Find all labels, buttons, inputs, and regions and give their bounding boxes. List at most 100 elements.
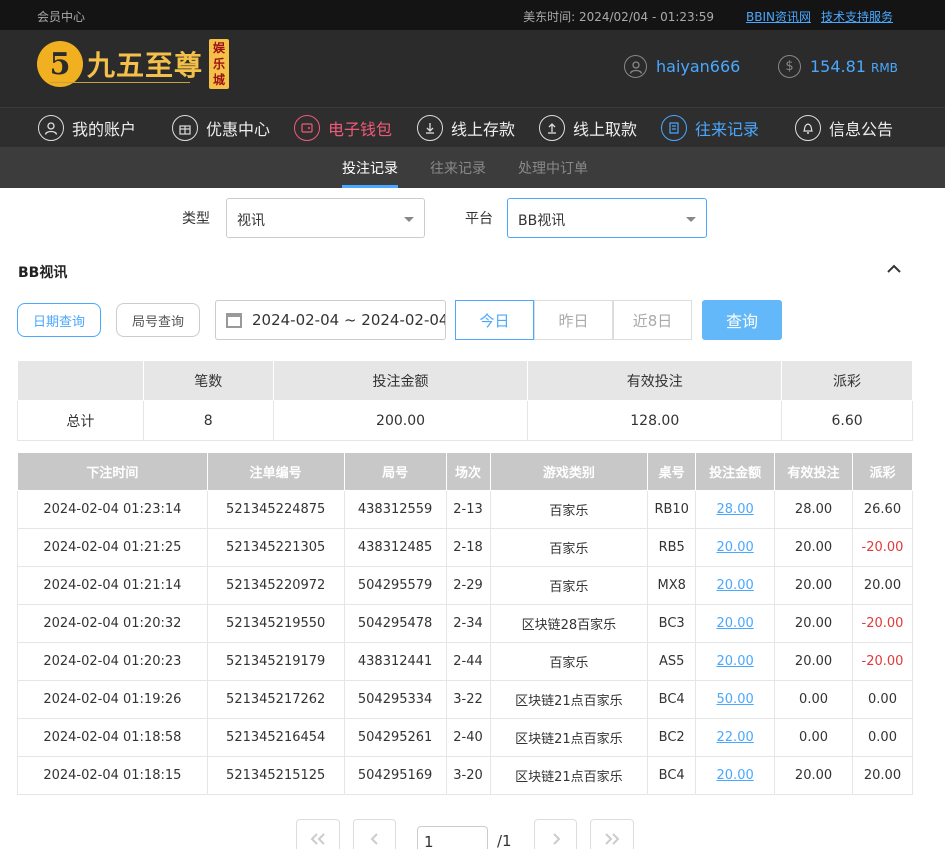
- round-id: 504295478: [343, 604, 447, 643]
- payout: -20.00: [851, 642, 914, 681]
- date-range-input[interactable]: 2024-02-04 ~ 2024-02-04: [215, 300, 446, 340]
- session: 3-20: [445, 756, 491, 795]
- bet-amount-link[interactable]: 28.00: [695, 490, 776, 529]
- game-type: 百家乐: [489, 642, 649, 681]
- summary-cell: 200.00: [272, 400, 529, 441]
- table-row: 2024-02-04 01:21:14 521345220972 5042955…: [17, 566, 914, 605]
- page-total: /1: [497, 832, 512, 849]
- nav-records[interactable]: 往来记录: [661, 108, 759, 148]
- section-title: BB视讯: [18, 265, 68, 281]
- type-label: 类型: [182, 211, 210, 227]
- bet-amount-link[interactable]: 20.00: [695, 642, 776, 681]
- calendar-icon: [226, 312, 242, 328]
- nav-promotions[interactable]: 优惠中心: [172, 108, 270, 148]
- round-id: 504295169: [343, 756, 447, 795]
- date-query-button[interactable]: 日期查询: [17, 303, 101, 337]
- double-chevron-right-icon: [605, 833, 620, 845]
- game-type: 区块链28百家乐: [489, 604, 649, 643]
- bet-time: 2024-02-04 01:21:14: [17, 566, 208, 605]
- round-query-button[interactable]: 局号查询: [116, 303, 200, 337]
- top-bar: 会员中心 美东时间: 2024/02/04 - 01:23:59 BBIN资讯网…: [0, 0, 945, 30]
- nav-label: 优惠中心: [206, 120, 271, 139]
- game-type: 百家乐: [489, 528, 649, 567]
- summary-cell: 128.00: [527, 400, 783, 441]
- nav-withdraw[interactable]: 线上取款: [539, 108, 637, 148]
- valid-bet: 20.00: [774, 566, 853, 605]
- logo-mark-icon: 5: [37, 41, 83, 87]
- table-row: 2024-02-04 01:18:15 521345215125 5042951…: [17, 756, 914, 795]
- currency: RMB: [870, 61, 898, 75]
- bet-time: 2024-02-04 01:20:32: [17, 604, 208, 643]
- prev-page-button[interactable]: [353, 819, 396, 849]
- today-button[interactable]: 今日: [455, 300, 534, 340]
- game-type: 区块链21点百家乐: [489, 718, 649, 757]
- last-page-button[interactable]: [590, 819, 634, 849]
- bet-amount-link[interactable]: 20.00: [695, 756, 776, 795]
- last-8-days-button[interactable]: 近8日: [613, 300, 692, 340]
- bet-time: 2024-02-04 01:18:58: [17, 718, 208, 757]
- round-id: 438312485: [343, 528, 447, 567]
- nav-label: 电子钱包: [328, 120, 393, 139]
- user-icon: [38, 115, 64, 141]
- valid-bet: 0.00: [774, 718, 853, 757]
- tab-transaction-records[interactable]: 往来记录: [430, 158, 486, 178]
- summary-header: 笔数: [142, 360, 274, 401]
- tab-pending-orders[interactable]: 处理中订单: [518, 158, 588, 178]
- valid-bet: 20.00: [774, 604, 853, 643]
- sub-tabs: 投注记录 往来记录 处理中订单: [0, 147, 945, 188]
- records-icon: [661, 115, 687, 141]
- nav-label: 信息公告: [829, 120, 894, 139]
- nav-e-wallet[interactable]: 电子钱包: [294, 108, 392, 148]
- bet-id: 521345219550: [206, 604, 345, 643]
- type-select[interactable]: 视讯: [226, 198, 425, 238]
- session: 2-29: [445, 566, 491, 605]
- collapse-chevron-icon[interactable]: [887, 262, 901, 276]
- round-id: 438312441: [343, 642, 447, 681]
- bet-time: 2024-02-04 01:23:14: [17, 490, 208, 529]
- nav-announcements[interactable]: 信息公告: [795, 108, 893, 148]
- chevron-down-icon: [404, 217, 414, 222]
- session: 2-40: [445, 718, 491, 757]
- logo-tag: 娱乐城: [209, 39, 230, 89]
- nav-deposit[interactable]: 线上存款: [417, 108, 515, 148]
- bet-amount-link[interactable]: 20.00: [695, 604, 776, 643]
- summary-header-row: 笔数 投注金额 有效投注 派彩: [17, 360, 913, 401]
- bet-amount-link[interactable]: 50.00: [695, 680, 776, 719]
- bet-id: 521345216454: [206, 718, 345, 757]
- bell-icon: [795, 115, 821, 141]
- date-range-value: 2024-02-04 ~ 2024-02-04: [252, 311, 446, 329]
- page-select[interactable]: 1: [417, 826, 488, 849]
- table-id: BC4: [647, 756, 697, 795]
- table-row: 2024-02-04 01:20:23 521345219179 4383124…: [17, 642, 914, 681]
- table-id: BC3: [647, 604, 697, 643]
- double-chevron-left-icon: [310, 833, 325, 845]
- column-header: 派彩: [851, 452, 914, 491]
- query-button[interactable]: 查询: [702, 300, 782, 340]
- user-info[interactable]: haiyan666: [624, 55, 740, 78]
- bet-amount-link[interactable]: 22.00: [695, 718, 776, 757]
- yesterday-button[interactable]: 昨日: [534, 300, 613, 340]
- platform-select[interactable]: BB视讯: [507, 198, 707, 238]
- valid-bet: 20.00: [774, 528, 853, 567]
- first-page-button[interactable]: [296, 819, 340, 849]
- session: 2-13: [445, 490, 491, 529]
- tab-bet-records[interactable]: 投注记录: [342, 158, 398, 188]
- withdraw-icon: [539, 115, 565, 141]
- bbin-info-link[interactable]: BBIN资讯网: [746, 8, 811, 25]
- game-type: 百家乐: [489, 490, 649, 529]
- bet-amount-link[interactable]: 20.00: [695, 528, 776, 567]
- user-avatar-icon: [624, 55, 647, 78]
- column-header: 场次: [445, 452, 491, 491]
- tech-support-link[interactable]: 技术支持服务: [821, 8, 893, 25]
- bet-id: 521345221305: [206, 528, 345, 567]
- next-page-button[interactable]: [534, 819, 577, 849]
- nav-my-account[interactable]: 我的账户: [38, 108, 136, 148]
- bet-amount-link[interactable]: 20.00: [695, 566, 776, 605]
- balance-info: $ 154.81 RMB: [778, 55, 898, 78]
- platform-label: 平台: [465, 211, 493, 227]
- bet-detail-table: 下注时间 注单编号 局号 场次 游戏类别 桌号 投注金额 有效投注 派彩 202…: [17, 452, 914, 795]
- payout: 26.60: [851, 490, 914, 529]
- payout: 20.00: [851, 756, 914, 795]
- username: haiyan666: [656, 57, 741, 76]
- logo-ornament: [50, 82, 190, 90]
